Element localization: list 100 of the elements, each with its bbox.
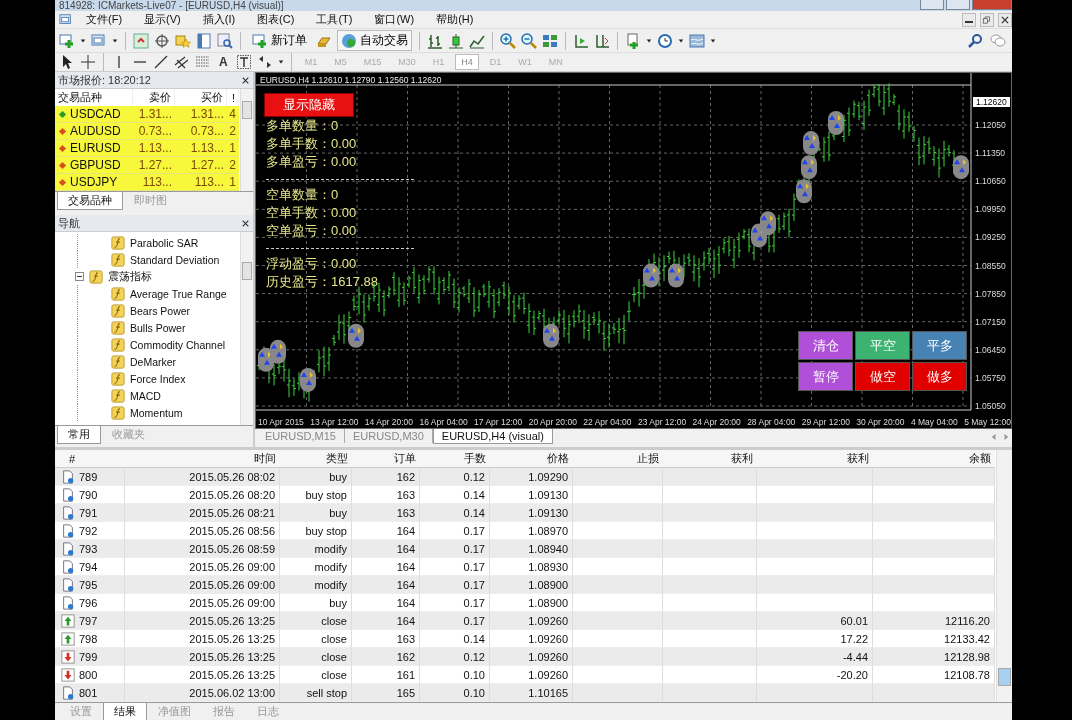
table-cell: 0.14 [420, 504, 490, 522]
symbol-cell[interactable]: USDCAD [55, 106, 133, 123]
time-label: 5 May 12:00 [964, 417, 1011, 427]
price-label: 1.06450 [975, 344, 1006, 355]
table-cell: 164 [352, 576, 420, 594]
trade-button[interactable]: 做多 [912, 362, 967, 391]
table-cell: 1.27... [175, 157, 227, 174]
timeframe-button[interactable]: H4 [455, 53, 479, 70]
table-cell: 2015.05.26 13:25 [125, 648, 280, 666]
table-cell: 789 [55, 468, 125, 486]
tree-item[interactable]: Commodity Channel [130, 338, 226, 351]
table-cell: 797 [55, 612, 125, 630]
table-cell: 1.31... [133, 106, 175, 123]
symbol-cell[interactable]: GBPUSD [55, 157, 133, 174]
toggle-button[interactable]: 显示隐藏 [264, 93, 354, 117]
time-label: 23 Apr 12:00 [637, 417, 687, 427]
column-header[interactable]: 类型 [280, 450, 352, 468]
table-cell: 0.10 [420, 684, 490, 702]
current-price-label: 1.12620 [973, 97, 1010, 108]
price-label: 1.07150 [975, 316, 1006, 327]
tree-item[interactable]: Average True Range [130, 287, 227, 300]
tree-item[interactable]: DeMarker [130, 355, 177, 368]
table-cell: 1.08940 [490, 540, 573, 558]
price-label: 1.09950 [975, 204, 1006, 215]
table-cell: 799 [55, 648, 125, 666]
column-header[interactable]: 止损 [573, 450, 663, 468]
price-label: 1.07850 [975, 288, 1006, 299]
menu-item[interactable]: 工具(T) [307, 12, 362, 28]
table-cell: 0.73... [133, 123, 175, 140]
chart-tab[interactable]: EURUSD,H4 (visual) [432, 429, 553, 444]
column-header[interactable]: 获利 [757, 450, 873, 468]
symbol-cell[interactable]: EURUSD [55, 140, 133, 157]
window-title: 814928: ICMarkets-Live07 - [EURUSD,H4 (visual)] [59, 0, 284, 11]
table-cell: 2 [227, 123, 239, 140]
table-cell: 2015.06.02 13:00 [125, 684, 280, 702]
trade-button[interactable]: 平多 [912, 331, 967, 360]
tab[interactable]: 常用 [57, 426, 101, 444]
column-header[interactable]: 获利 [663, 450, 757, 468]
table-cell: buy [280, 468, 352, 486]
table-cell: 0.73... [175, 123, 227, 140]
stat-text: 浮动盈亏：0.00 [266, 255, 357, 273]
time-label: 30 Apr 20:00 [856, 417, 905, 427]
new-order-button[interactable]: 新订单 [248, 30, 311, 52]
table-cell: 4 [227, 106, 239, 123]
tree-item[interactable]: MACD [130, 389, 161, 402]
column-header[interactable]: 订单 [352, 450, 420, 468]
table-cell: buy [280, 504, 352, 522]
column-header[interactable]: 手数 [420, 450, 490, 468]
text-tool[interactable]: A [216, 54, 231, 69]
price-label: 1.09250 [975, 232, 1006, 243]
tab[interactable]: 交易品种 [57, 192, 123, 210]
column-header[interactable]: 价格 [490, 450, 573, 468]
tab[interactable]: 结果 [103, 703, 147, 720]
menu-item[interactable]: 插入(I) [193, 12, 245, 28]
menu-item[interactable]: 文件(F) [77, 12, 132, 28]
time-label: 14 Apr 20:00 [364, 417, 414, 427]
auto-trading-button[interactable]: 自动交易 [337, 30, 412, 52]
table-cell: sell stop [280, 684, 352, 702]
tree-folder[interactable]: 震荡指标 [108, 269, 152, 284]
tree-item[interactable]: Force Index [130, 372, 186, 385]
table-cell: 2 [227, 157, 239, 174]
table-cell: 1.09130 [490, 504, 573, 522]
trade-button[interactable]: 暂停 [798, 362, 853, 391]
table-cell: 164 [352, 612, 420, 630]
table-cell: 113... [175, 174, 227, 191]
tree-item[interactable]: Bears Power [130, 304, 191, 317]
menu-item[interactable]: 显示(V) [135, 12, 190, 28]
symbol-cell[interactable]: AUDUSD [55, 123, 133, 140]
trade-button[interactable]: 做空 [855, 362, 910, 391]
time-label: 28 Apr 04:00 [747, 417, 796, 427]
price-label: 1.05050 [975, 401, 1006, 411]
table-cell: 1.10165 [490, 684, 573, 702]
stat-text: 多单数量：0 [266, 117, 339, 135]
tree-item[interactable]: Standard Deviation [130, 253, 220, 266]
column-header[interactable]: # [55, 450, 125, 468]
table-cell: 1.09260 [490, 648, 573, 666]
table-cell: modify [280, 576, 352, 594]
stat-text: 多单手数：0.00 [266, 135, 357, 153]
tree-item[interactable]: Bulls Power [130, 321, 186, 334]
chart-header: EURUSD,H4 1.12610 1.12790 1.12560 1.12620 [260, 75, 442, 85]
table-cell: 0.17 [420, 576, 490, 594]
table-cell: 2015.05.26 08:02 [125, 468, 280, 486]
stat-text: 历史盈亏：1617.88 [266, 273, 378, 291]
column-header[interactable]: 时间 [125, 450, 280, 468]
menu-item[interactable]: 窗口(W) [365, 12, 424, 28]
tree-item[interactable]: Momentum [130, 406, 183, 419]
table-cell: 2015.05.26 08:59 [125, 540, 280, 558]
tree-item[interactable]: Parabolic SAR [130, 236, 199, 249]
table-cell: 1.27... [133, 157, 175, 174]
column-header[interactable]: 余额 [873, 450, 995, 468]
table-cell: 1 [227, 140, 239, 157]
menu-item[interactable]: 图表(C) [248, 12, 304, 28]
price-label: 1.12050 [975, 120, 1006, 130]
table-cell: 12116.20 [873, 612, 995, 630]
trade-button[interactable]: 清仓 [798, 331, 853, 360]
table-cell: 162 [352, 468, 420, 486]
stat-text: 空单盈亏：0.00 [266, 222, 357, 240]
symbol-cell[interactable]: USDJPY [55, 174, 133, 191]
table-cell: 1.13... [133, 140, 175, 157]
menu-item[interactable]: 帮助(H) [427, 12, 483, 28]
